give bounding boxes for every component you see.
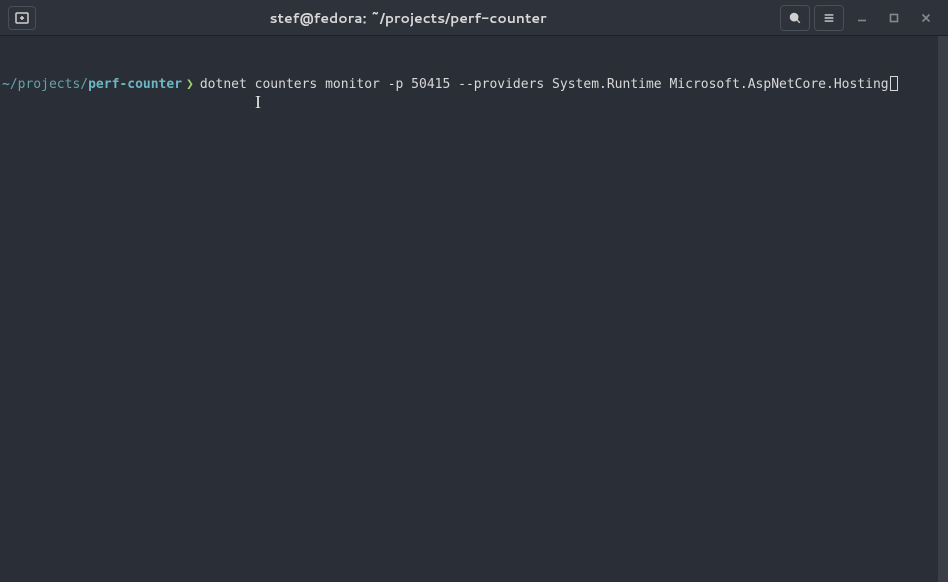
prompt-tilde: ~ [2,76,10,94]
prompt-path-prefix: /projects/ [10,76,88,94]
command-text: dotnet counters monitor -p 50415 --provi… [200,76,889,94]
minimize-button[interactable] [848,5,876,31]
text-cursor [890,76,898,91]
maximize-icon [889,13,899,23]
prompt-chevron: ❯ [182,76,200,94]
maximize-button[interactable] [880,5,908,31]
close-button[interactable] [912,5,940,31]
window-titlebar: stef@fedora: ~/projects/perf-counter [0,0,948,36]
new-tab-button[interactable] [8,6,36,30]
prompt-line: ~/projects/perf-counter❯dotnet counters … [2,76,946,94]
prompt-path-name: perf-counter [88,76,182,94]
terminal-viewport[interactable]: ~/projects/perf-counter❯dotnet counters … [0,36,948,116]
search-icon [788,11,802,25]
minimize-icon [857,13,867,23]
new-tab-icon [14,10,30,26]
hamburger-icon [822,11,836,25]
window-title: stef@fedora: ~/projects/perf-counter [36,8,780,28]
scrollbar[interactable] [938,36,948,582]
search-button[interactable] [780,5,810,31]
titlebar-left [8,6,36,30]
titlebar-right [780,5,940,31]
close-icon [921,13,931,23]
menu-button[interactable] [814,5,844,31]
